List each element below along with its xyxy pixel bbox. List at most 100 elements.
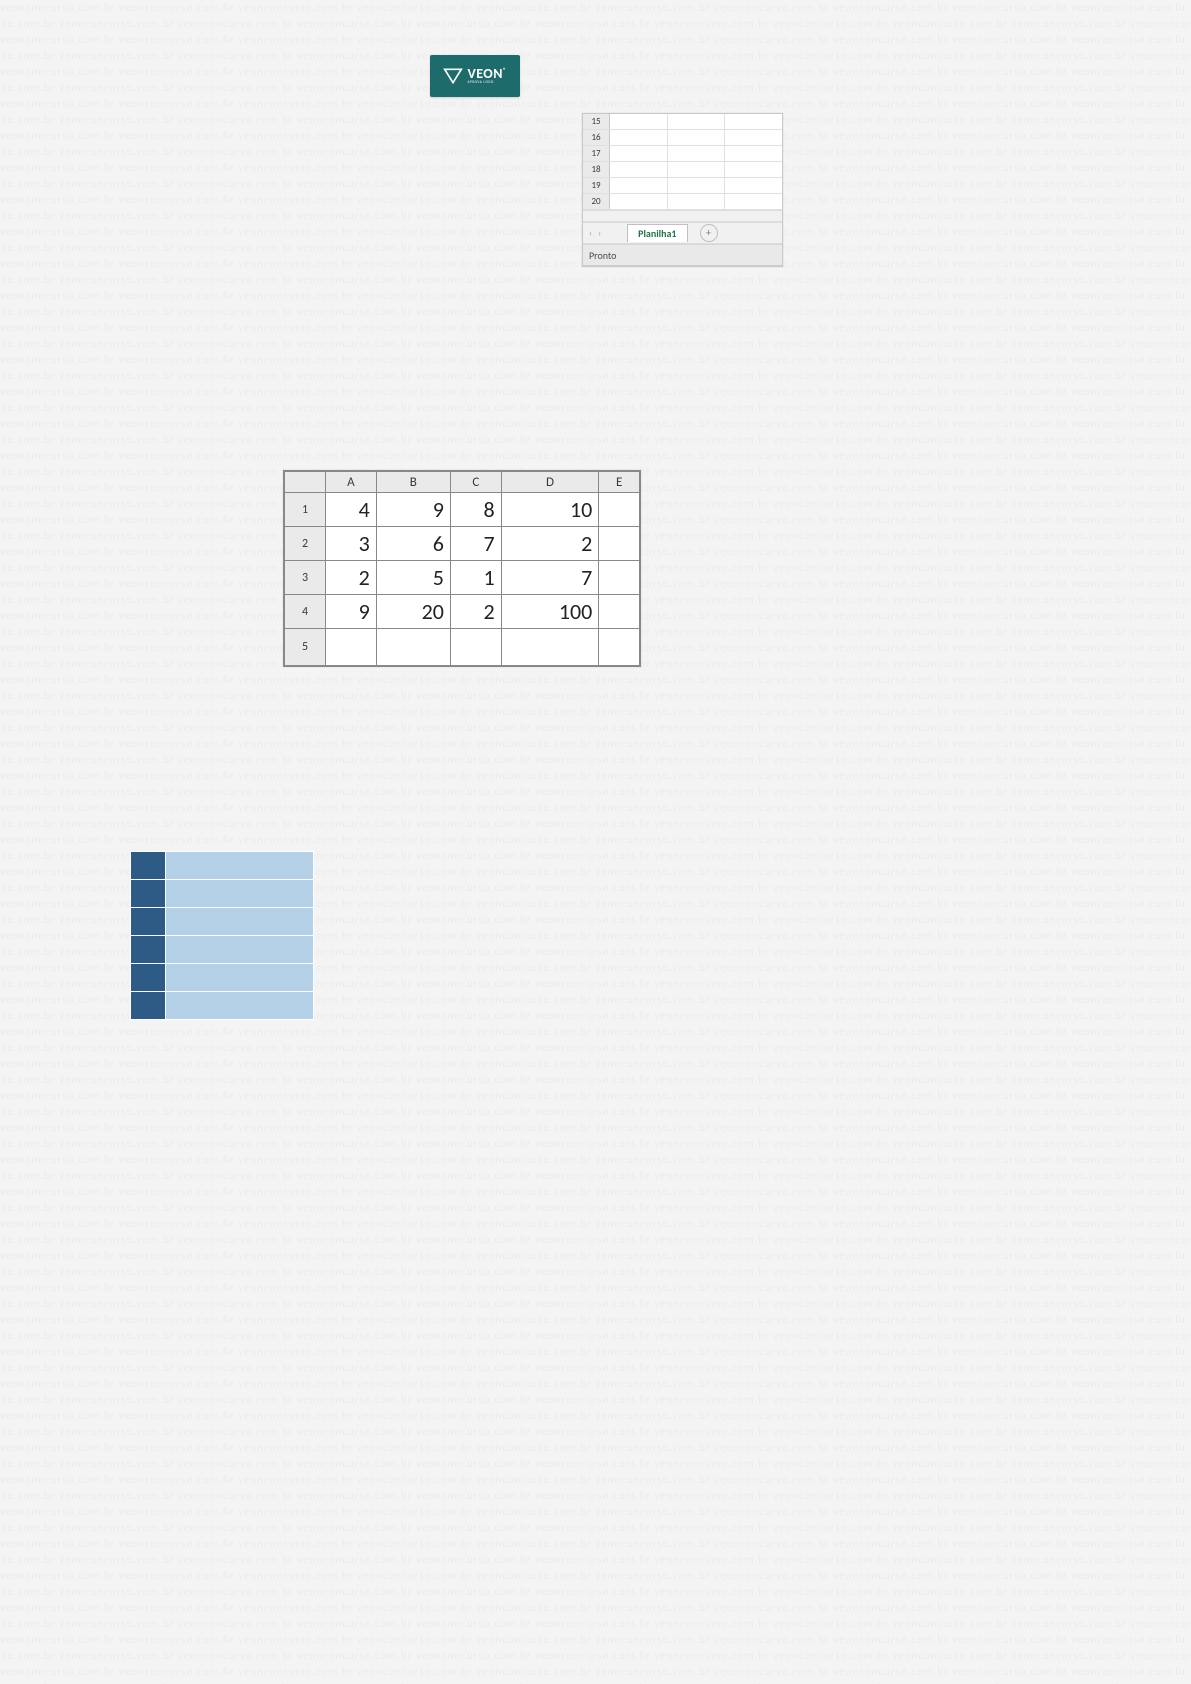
cell[interactable]: 9 xyxy=(326,595,377,629)
add-sheet-button[interactable]: + xyxy=(700,224,718,242)
column-header-C: C xyxy=(450,472,501,493)
cell[interactable]: 2 xyxy=(450,595,501,629)
row-header: 2 xyxy=(285,527,326,561)
cell[interactable]: 4 xyxy=(326,493,377,527)
table-row: 16 xyxy=(583,130,782,146)
cell[interactable] xyxy=(326,629,377,666)
index-cell xyxy=(131,936,166,964)
row-header: 17 xyxy=(583,146,610,161)
blue-table-body xyxy=(131,852,314,1020)
table-row: 23672 xyxy=(285,527,640,561)
table-row: 149810 xyxy=(285,493,640,527)
cell[interactable]: 5 xyxy=(376,561,450,595)
row-header: 19 xyxy=(583,178,610,193)
table-row: 18 xyxy=(583,162,782,178)
cell[interactable] xyxy=(610,162,668,177)
cell[interactable] xyxy=(450,629,501,666)
cell[interactable] xyxy=(668,130,726,145)
cell[interactable] xyxy=(725,130,782,145)
active-sheet-tab[interactable]: Planilha1 xyxy=(627,224,687,242)
cell[interactable] xyxy=(668,194,726,209)
cell[interactable]: 100 xyxy=(501,595,599,629)
row-header: 5 xyxy=(285,629,326,666)
row-header: 4 xyxy=(285,595,326,629)
table-body: 1498102367232517492021005 xyxy=(285,493,640,666)
index-cell xyxy=(131,964,166,992)
status-bar: Pronto xyxy=(583,244,782,266)
cell[interactable] xyxy=(668,114,726,129)
cell[interactable]: 9 xyxy=(376,493,450,527)
veon-logo: VEON® APROVA LOGO xyxy=(430,55,520,97)
cell[interactable] xyxy=(599,629,640,666)
cell[interactable]: 1 xyxy=(450,561,501,595)
status-text: Pronto xyxy=(589,249,616,262)
cell[interactable] xyxy=(599,493,640,527)
body-cell xyxy=(166,880,314,908)
table-row xyxy=(131,852,314,880)
table-row: 5 xyxy=(285,629,640,666)
row-header: 18 xyxy=(583,162,610,177)
row-header: 20 xyxy=(583,194,610,209)
cell[interactable] xyxy=(599,595,640,629)
table-row: 15 xyxy=(583,114,782,130)
cell[interactable] xyxy=(668,162,726,177)
cell[interactable] xyxy=(599,561,640,595)
horizontal-scrollbar[interactable] xyxy=(583,210,782,222)
cell[interactable] xyxy=(376,629,450,666)
sheet-tabs-row: ‹ › Planilha1 + xyxy=(583,222,782,244)
grid-area: 151617181920 xyxy=(583,114,782,222)
body-cell xyxy=(166,992,314,1020)
sheet-nav-next[interactable]: › xyxy=(598,228,601,239)
column-header-B: B xyxy=(376,472,450,493)
row-header: 1 xyxy=(285,493,326,527)
logo-text: VEON® APROVA LOGO xyxy=(467,67,506,85)
cell[interactable] xyxy=(610,178,668,193)
table-row xyxy=(131,908,314,936)
cell[interactable] xyxy=(725,178,782,193)
cell[interactable] xyxy=(610,194,668,209)
cell[interactable] xyxy=(668,146,726,161)
cell[interactable]: 7 xyxy=(501,561,599,595)
table-row: 49202100 xyxy=(285,595,640,629)
cell[interactable] xyxy=(668,178,726,193)
body-cell xyxy=(166,908,314,936)
cell[interactable]: 8 xyxy=(450,493,501,527)
cell[interactable] xyxy=(501,629,599,666)
cell[interactable] xyxy=(610,130,668,145)
cell[interactable] xyxy=(599,527,640,561)
spreadsheet-footer-snippet: 151617181920 ‹ › Planilha1 + Pronto xyxy=(582,113,783,267)
column-header-row: ABCDE xyxy=(285,472,640,493)
cell[interactable] xyxy=(725,114,782,129)
table-row xyxy=(131,992,314,1020)
column-header-E: E xyxy=(599,472,640,493)
cell[interactable]: 10 xyxy=(501,493,599,527)
column-header-A: A xyxy=(326,472,377,493)
table-row xyxy=(131,936,314,964)
body-cell xyxy=(166,964,314,992)
table-row: 20 xyxy=(583,194,782,210)
cell[interactable]: 20 xyxy=(376,595,450,629)
cell[interactable] xyxy=(725,162,782,177)
cell[interactable]: 7 xyxy=(450,527,501,561)
row-header: 15 xyxy=(583,114,610,129)
cell[interactable]: 2 xyxy=(326,561,377,595)
table-row xyxy=(131,880,314,908)
cell[interactable] xyxy=(725,194,782,209)
column-header-D: D xyxy=(501,472,599,493)
cell[interactable] xyxy=(610,146,668,161)
cell[interactable] xyxy=(725,146,782,161)
sheet-nav-prev[interactable]: ‹ xyxy=(589,228,592,239)
index-cell xyxy=(131,852,166,880)
cell[interactable] xyxy=(610,114,668,129)
cell[interactable]: 2 xyxy=(501,527,599,561)
cell[interactable]: 3 xyxy=(326,527,377,561)
logo-triangle-icon xyxy=(443,66,463,86)
table-row: 32517 xyxy=(285,561,640,595)
table-row xyxy=(131,964,314,992)
cell[interactable]: 6 xyxy=(376,527,450,561)
table-row: 19 xyxy=(583,178,782,194)
blue-placeholder-table xyxy=(130,851,314,1020)
row-header: 3 xyxy=(285,561,326,595)
table-row: 17 xyxy=(583,146,782,162)
main-spreadsheet: ABCDE 1498102367232517492021005 xyxy=(283,470,641,667)
